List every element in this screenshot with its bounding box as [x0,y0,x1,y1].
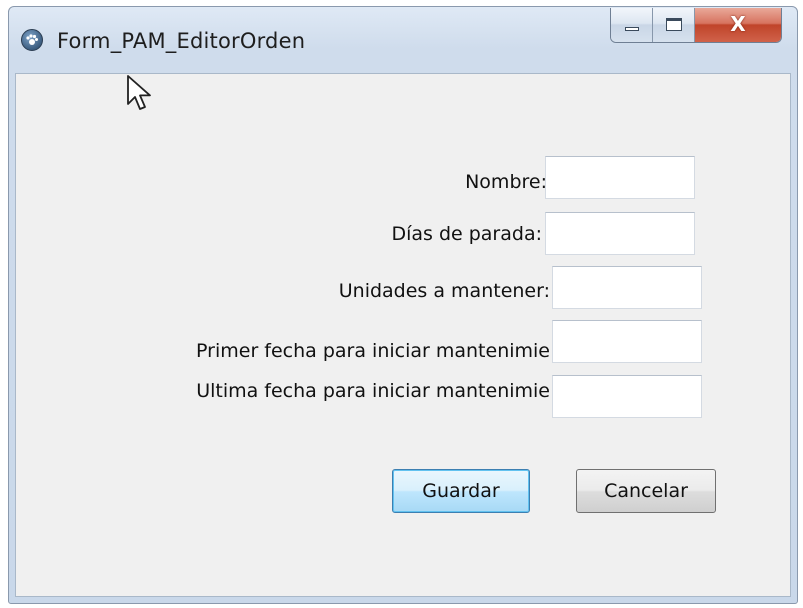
ultima-fecha-label: Ultima fecha para iniciar mantenimie [196,380,550,402]
unidades-mantener-label: Unidades a mantener: [338,280,550,302]
primer-fecha-label: Primer fecha para iniciar mantenimie [196,340,550,362]
close-button[interactable]: X [695,8,781,42]
dias-parada-input[interactable] [545,212,695,255]
maximize-icon [666,18,682,31]
close-icon: X [730,12,746,36]
window-title: Form_PAM_EditorOrden [57,29,306,53]
ultima-fecha-input[interactable] [552,375,702,418]
paw-icon[interactable] [21,29,43,51]
form-client-area: Nombre: Días de parada: Unidades a mante… [15,73,791,597]
mouse-cursor-icon [127,75,151,110]
minimize-icon [625,27,639,31]
nombre-input[interactable] [545,156,695,199]
window-controls: X [610,8,782,43]
dias-parada-label: Días de parada: [391,223,542,245]
guardar-button[interactable]: Guardar [392,469,530,513]
nombre-label: Nombre: [465,171,547,193]
minimize-button[interactable] [611,8,653,42]
cancelar-button[interactable]: Cancelar [576,469,716,513]
primer-fecha-input[interactable] [552,320,702,363]
title-bar[interactable]: Form_PAM_EditorOrden X [9,7,797,73]
unidades-mantener-input[interactable] [552,266,702,309]
maximize-button[interactable] [653,8,695,42]
